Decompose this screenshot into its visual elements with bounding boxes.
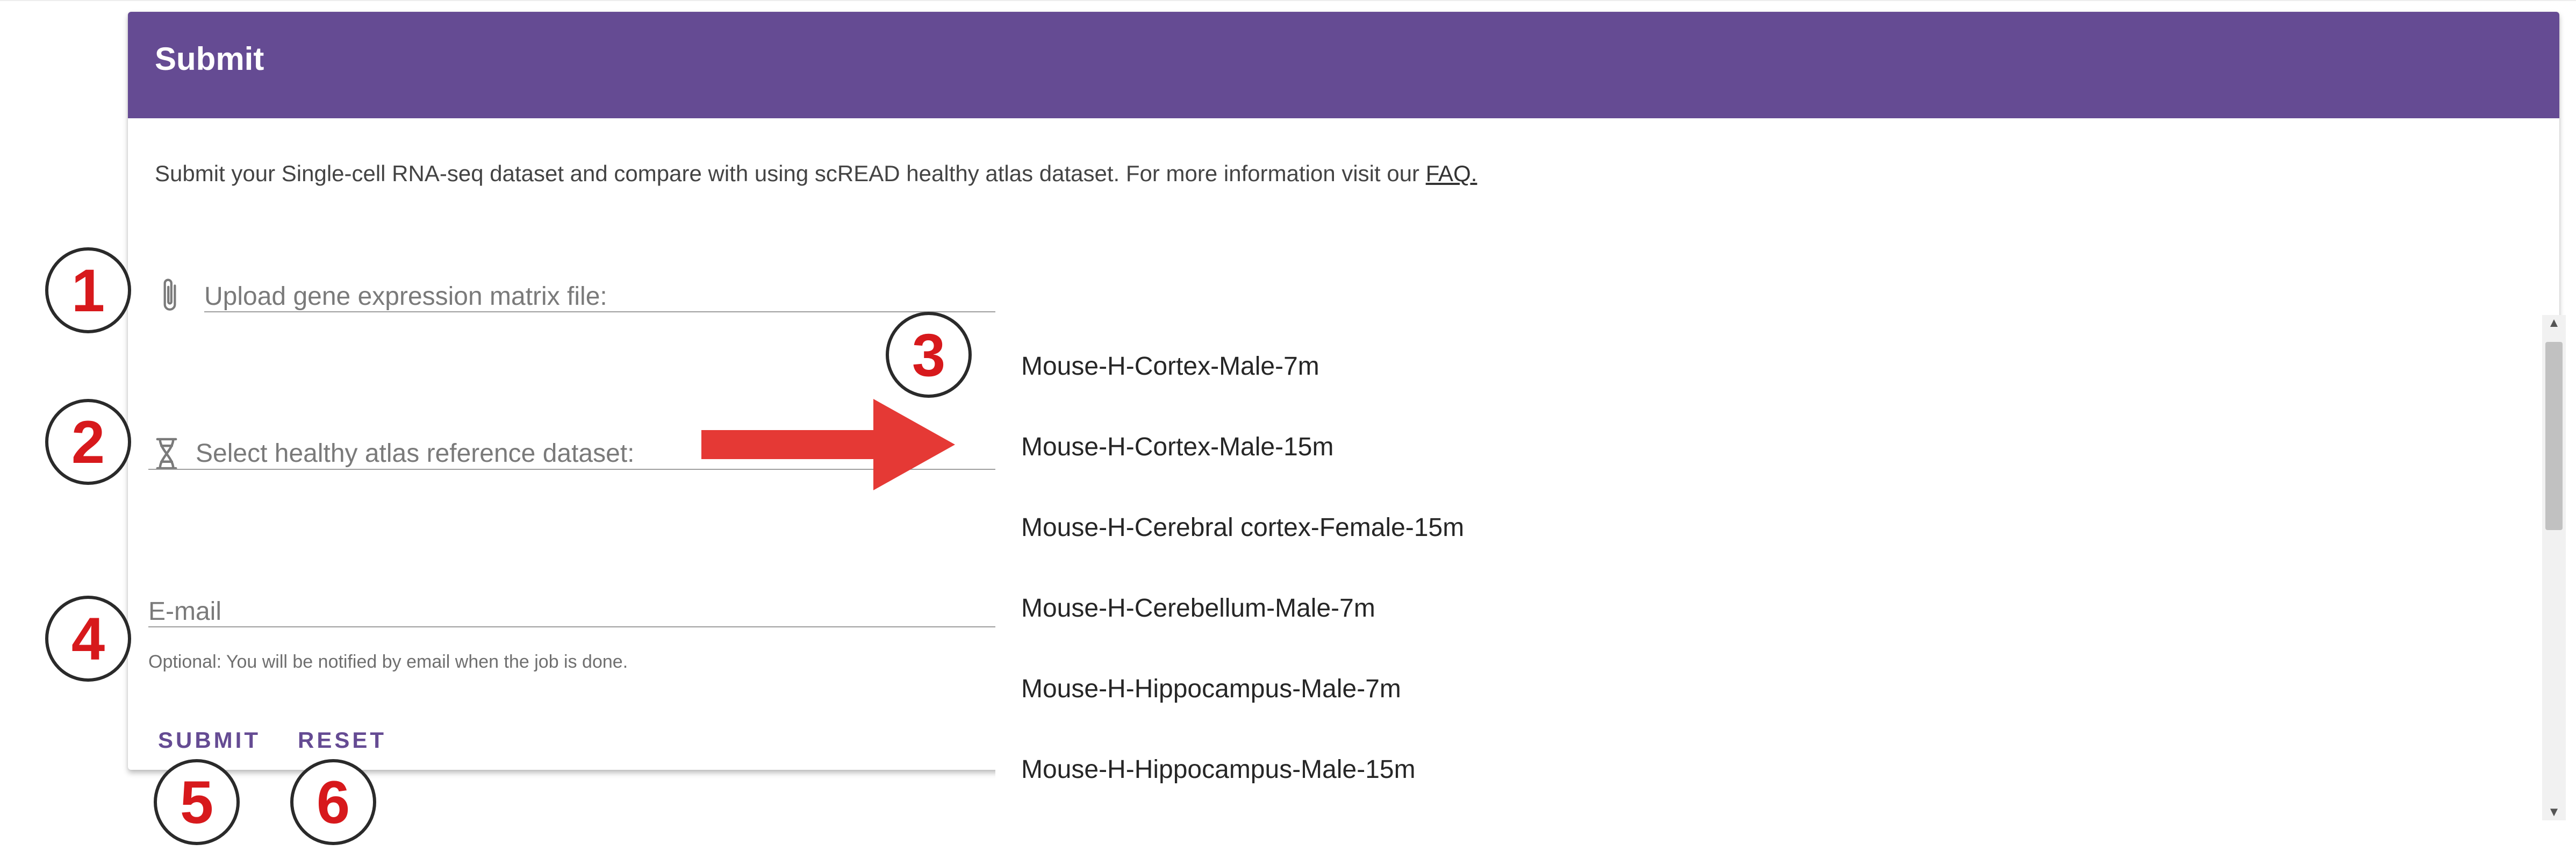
faq-link[interactable]: FAQ. [1426,161,1477,186]
annotation-1: 1 [45,247,131,333]
annotation-3: 3 [886,312,972,398]
dataset-option[interactable]: Mouse-H-Hippocampus-Male-15m [1021,757,1416,783]
scroll-up-icon[interactable]: ▲ [2542,315,2566,331]
dataset-select-label[interactable]: Select healthy atlas reference dataset: [196,441,635,467]
intro-description: Submit your Single-cell RNA-seq dataset … [155,161,1426,186]
email-hint: Optional: You will be notified by email … [148,652,628,672]
email-field-underline [148,626,995,627]
annotation-2: 2 [45,399,131,485]
submit-button[interactable]: SUBMIT [158,729,261,752]
top-border [0,0,2576,1]
dna-icon [156,438,177,470]
dataset-option[interactable]: Mouse-H-Hippocampus-Male-7m [1021,676,1401,702]
dataset-option[interactable]: Mouse-H-Cerebral cortex-Female-15m [1021,515,1464,541]
dataset-option[interactable]: Mouse-H-Cortex-Male-15m [1021,434,1333,460]
reset-button[interactable]: RESET [298,729,386,752]
upload-field-label[interactable]: Upload gene expression matrix file: [204,284,607,310]
dataset-option[interactable]: Mouse-H-Cerebellum-Male-7m [1021,596,1375,621]
annotation-5: 5 [154,759,240,845]
intro-text: Submit your Single-cell RNA-seq dataset … [155,162,1477,185]
annotation-4: 4 [45,596,131,682]
scroll-down-icon[interactable]: ▼ [2542,804,2566,820]
paperclip-icon[interactable] [155,275,185,316]
page-title: Submit [155,41,264,77]
annotation-6: 6 [290,759,376,845]
card-header: Submit [128,12,2559,118]
red-arrow-icon [701,399,955,490]
email-field[interactable]: E-mail [148,599,221,625]
dataset-dropdown-menu: Mouse-H-Cortex-Male-7m Mouse-H-Cortex-Ma… [995,304,2549,865]
dropdown-scrollbar[interactable]: ▲ ▼ [2542,315,2566,820]
dataset-option[interactable]: Mouse-H-Cortex-Male-7m [1021,354,1319,380]
scrollbar-thumb[interactable] [2545,342,2563,530]
